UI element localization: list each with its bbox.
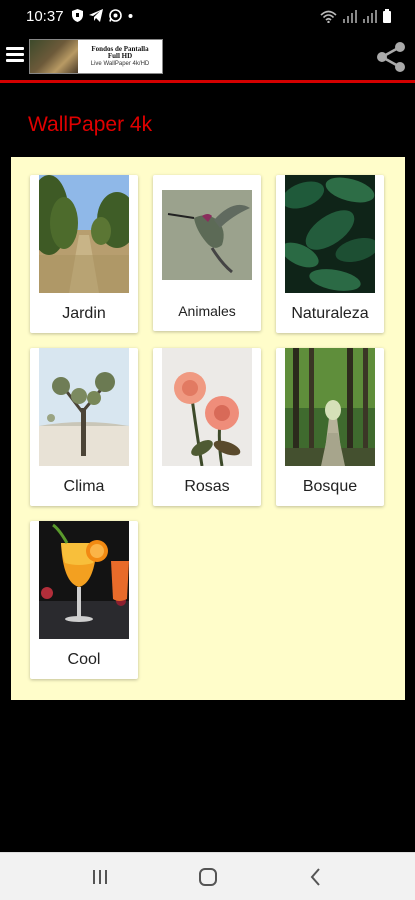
- recent-apps-icon[interactable]: [88, 865, 112, 889]
- logo-text: Fondos de Pantalla Full HD Live WallPape…: [78, 40, 162, 73]
- share-icon[interactable]: [373, 39, 409, 75]
- system-icons: [320, 9, 391, 23]
- dot-icon: [128, 14, 133, 18]
- signal-icon: [343, 9, 357, 23]
- back-icon[interactable]: [304, 865, 328, 889]
- category-label: Animales: [178, 303, 236, 319]
- home-icon[interactable]: [196, 865, 220, 889]
- category-label: Jardin: [62, 305, 106, 322]
- hamburger-menu-icon[interactable]: [6, 44, 24, 68]
- wifi-icon: [320, 10, 337, 23]
- garden-photo: [39, 175, 129, 293]
- category-card-bosque[interactable]: Bosque: [276, 348, 384, 506]
- status-bar: 10:37: [0, 0, 415, 34]
- category-label: Naturaleza: [291, 305, 369, 322]
- category-panel: Jardin Animales Naturaleza Clima Rosas B…: [11, 157, 405, 700]
- category-card-jardin[interactable]: Jardin: [30, 175, 138, 333]
- app-logo: Fondos de Pantalla Full HD Live WallPape…: [29, 39, 163, 74]
- whatsapp-icon: [109, 9, 122, 22]
- desert-tree-photo: [39, 348, 129, 466]
- category-label: Cool: [67, 651, 101, 668]
- logo-line3: Live WallPaper 4k/HD: [90, 60, 150, 67]
- category-card-clima[interactable]: Clima: [30, 348, 138, 506]
- category-label: Bosque: [302, 478, 358, 495]
- battery-icon: [383, 9, 391, 23]
- category-label: Rosas: [184, 478, 230, 495]
- category-card-rosas[interactable]: Rosas: [153, 348, 261, 506]
- notification-icons: [72, 9, 133, 22]
- hummingbird-photo: [162, 190, 252, 280]
- cocktail-photo: [39, 521, 129, 639]
- header-divider: [0, 80, 415, 83]
- logo-image: [30, 40, 78, 73]
- app-header: Fondos de Pantalla Full HD Live WallPape…: [0, 34, 415, 80]
- page-title: WallPaper 4k: [28, 113, 153, 136]
- telegram-icon: [89, 9, 103, 22]
- roses-photo: [162, 348, 252, 466]
- category-label: Clima: [63, 478, 105, 495]
- category-card-animales[interactable]: Animales: [153, 175, 261, 331]
- leaves-photo: [285, 175, 375, 293]
- category-card-cool[interactable]: Cool: [30, 521, 138, 679]
- category-card-naturaleza[interactable]: Naturaleza: [276, 175, 384, 333]
- logo-line2: Full HD: [107, 52, 133, 61]
- status-time: 10:37: [26, 8, 64, 25]
- shield-icon: [72, 9, 83, 22]
- forest-photo: [285, 348, 375, 466]
- signal-icon: [363, 9, 377, 23]
- system-nav-bar: [0, 852, 415, 900]
